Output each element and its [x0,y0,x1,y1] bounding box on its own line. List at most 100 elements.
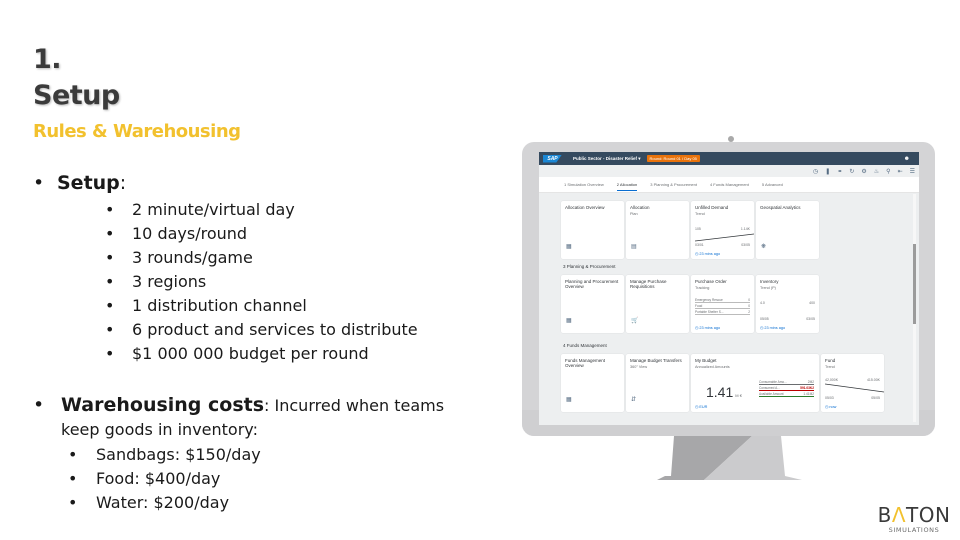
tile-purchase-requisitions[interactable]: Manage Purchase Requisitions 🛒 [626,275,689,333]
tile-subtitle: Tracking [695,286,710,290]
tile-title: Manage Purchase Requisitions [630,279,667,289]
trend-start-value: 105 [695,227,701,231]
trend-end-value: 1.14K [740,227,750,231]
search-icon[interactable]: ⚲ [886,168,890,175]
budget-breakdown: Consumable Amo... 2M2 Consumed A... 591.03… [759,380,814,398]
tile-planning-overview[interactable]: Planning and Procurement Overview ▦ [561,275,624,333]
list-item: • Water: $200/day [68,491,261,515]
scrollbar[interactable] [913,194,916,422]
trend-start-value: 42,000K [825,378,839,382]
pause-icon[interactable]: ❚ [825,168,830,175]
group-title-funds: 4 Funds Management [563,343,607,348]
setup-list: • 2 minute/virtual day • 10 days/round • 3 … [105,198,418,366]
app-title-menu[interactable]: Public Sector - Disaster Relief ▾ [573,156,641,162]
tile-funds-overview[interactable]: Funds Management Overview ▦ [561,354,624,412]
tile-footer-text: 23 mins ago [699,252,721,256]
person-icon[interactable]: ☻ [904,156,910,162]
slide-subtitle: Rules & Warehousing [33,121,241,142]
notifications-icon[interactable]: ♨ [874,168,879,175]
bullet-icon: • [68,445,78,464]
trend-start-label: 03/01 [695,243,704,247]
list-item-text: 6 product and services to distribute [132,320,418,339]
overview-icon: ▦ [566,397,572,403]
tile-footer: ◷ EUR [695,405,708,409]
tab-allocation[interactable]: 2 Allocation [616,179,638,191]
warehousing-description: : Incurred when teams [264,396,445,415]
tile-allocation-overview[interactable]: Allocation Overview ▦ [561,201,624,259]
list-item: • 2 minute/virtual day [105,198,418,222]
po-row: Portable Shelter S... 2 [695,310,750,315]
list-item-text: $1 000 000 budget per round [132,344,369,363]
tile-subtitle: 360° View [630,365,648,369]
tile-budget-transfers[interactable]: Manage Budget Transfers 360° View ⇵ [626,354,689,412]
tile-title: Geospatial Analytics [760,205,801,210]
tab-simulation-overview[interactable]: 1 Simulation Overview [564,179,604,190]
tile-title: Funds Management Overview [565,358,606,368]
tile-purchase-order-tracking[interactable]: Purchase Order Tracking Emergency Rescue… [691,275,754,333]
trend-start-label: 05/05 [760,317,769,321]
budget-unit: M € [735,393,742,398]
budget-row-value: 2M2 [807,380,814,384]
menu-icon[interactable]: ☰ [910,168,915,175]
po-row-value: 0 [748,304,750,308]
list-item-text: 10 days/round [132,224,248,243]
trend-start-label: 05/03 [825,396,834,400]
brand-accent-letter: Λ [891,503,906,527]
list-item-text: 3 regions [132,272,207,291]
tile-my-budget[interactable]: My Budget Annualized Amounts 1.41 M € Con… [691,354,819,412]
po-row: Food 0 [695,304,750,309]
tile-title: Allocation Overview [565,205,605,210]
scrollbar-thumb[interactable] [913,244,916,324]
tile-footer-text: 23 mins ago [764,326,786,330]
refresh-icon[interactable]: ↻ [849,168,854,175]
budget-row-value: 591.03K2 [800,386,814,390]
share-icon[interactable]: ⚭ [837,168,842,175]
po-row-label: Food [695,304,703,308]
tile-title: Unfilled Demand [695,205,729,210]
tab-funds-management[interactable]: 4 Funds Management [710,179,749,190]
round-badge[interactable]: Round: Round 01 / Day 05 [646,155,700,162]
transfer-icon: ⇵ [631,397,637,403]
list-item: • Food: $400/day [68,467,261,491]
tile-inventory-trend[interactable]: Inventory Trend (P) 4.0 400 05/05 03/05 … [756,275,819,333]
budget-row-label: Available Amount [759,392,784,396]
tile-subtitle: Plan [630,212,638,216]
list-item: • Sandbags: $150/day [68,443,261,467]
tile-fund-trend[interactable]: Fund Trend 42,000K 415.00K 05/03 05/05 ◷… [821,354,884,412]
bullet-icon: • [105,248,115,267]
po-row-label: Portable Shelter S... [695,310,724,314]
chart-icon: ▤ [631,244,637,250]
tile-unfilled-demand[interactable]: Unfilled Demand Trend 105 1.14K 03/01 03… [691,201,754,259]
budget-value: 1.41 M € [706,384,742,400]
tile-title: Inventory [760,279,779,284]
slide-title: 1. Setup [33,42,120,114]
history-icon[interactable]: ◷ [813,168,818,175]
budget-row: Consumable Amo... 2M2 [759,380,814,385]
budget-row-label: Consumed A... [759,386,780,390]
tile-footer: ◷ 23 mins ago [695,252,721,256]
setup-heading: • Setup: [33,172,126,194]
tile-subtitle: Trend [825,365,835,369]
tile-title: Planning and Procurement Overview [565,279,619,289]
po-row-value: 0 [748,298,750,302]
sap-logo[interactable]: SAP [543,154,562,163]
tile-geospatial-analytics[interactable]: Geospatial Analytics ❋ [756,201,819,259]
tile-footer-text: EUR [699,405,708,409]
settings-icon[interactable]: ⚙ [861,168,866,175]
brand-name: BΛTON [874,505,954,525]
tab-advanced[interactable]: 5 Advanced [762,179,783,190]
list-item: • 3 rounds/game [105,246,418,270]
budget-row-value: 1.41M2 [803,392,814,396]
tile-allocation-plan[interactable]: Allocation Plan ▤ [626,201,689,259]
trend-end-label: 05/05 [871,396,880,400]
group-title-planning: 3 Planning & Procurement [563,264,616,269]
list-item-text: Sandbags: $150/day [96,445,261,464]
bullet-icon: • [68,469,78,488]
po-row-label: Emergency Rescue [695,298,723,302]
bullet-icon: • [68,493,78,512]
tab-planning-procurement[interactable]: 3 Planning & Procurement [650,179,697,190]
logout-icon[interactable]: ⇤ [898,168,903,175]
list-item: • 6 product and services to distribute [105,318,418,342]
bullet-icon: • [105,320,115,339]
slide-number: 1. [33,44,62,75]
